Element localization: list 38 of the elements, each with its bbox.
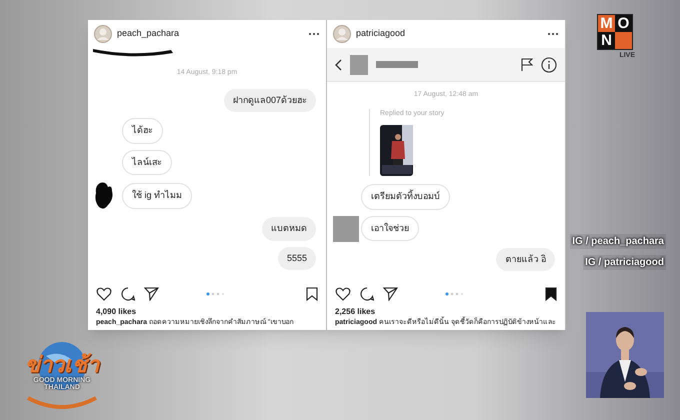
comment-icon[interactable] [121, 287, 135, 301]
username[interactable]: peach_pachara [117, 27, 303, 41]
heart-icon[interactable] [96, 287, 112, 301]
bookmark-icon[interactable] [306, 287, 318, 301]
source-credit: IG / patriciagood [583, 255, 666, 270]
message-bubble: ฝากดูแล007ด้วยฮะ [224, 88, 316, 112]
logo-block [615, 32, 632, 49]
bookmark-icon[interactable] [545, 287, 557, 301]
send-icon[interactable] [383, 287, 398, 301]
redaction-mark [333, 216, 359, 242]
info-icon[interactable] [541, 56, 557, 72]
heart-icon[interactable] [335, 287, 351, 301]
message-bubble: ใช้ ig ทำไมม [122, 183, 192, 209]
more-options-icon[interactable] [308, 32, 320, 36]
source-credit: IG / peach_pachara [570, 234, 666, 249]
redaction-mark [94, 181, 114, 211]
message-bubble: เอาใจช่วย [361, 216, 419, 242]
username[interactable]: patriciagood [356, 27, 542, 41]
more-options-icon[interactable] [547, 32, 559, 36]
message-bubble: ตายแล้ว อิ [496, 248, 555, 271]
message-bubble: แบตหมด [262, 217, 316, 240]
page-indicator-icon [445, 292, 464, 296]
flag-icon[interactable] [521, 58, 533, 72]
likes-count: 4,090 likes [95, 306, 138, 318]
likes-count: 2,256 likes [334, 306, 376, 318]
comment-icon[interactable] [360, 287, 374, 301]
message-bubble: เตรียมตัวทิ้งบอมบ์ [361, 184, 450, 210]
message-bubble: 5555 [278, 246, 316, 270]
message-bubble: ได้ฮะ [122, 118, 163, 144]
logo-letter: N [598, 32, 615, 49]
back-icon[interactable] [335, 58, 342, 70]
logo-letter: M [598, 15, 615, 32]
page-indicator-icon [206, 292, 225, 296]
redaction-mark [376, 61, 418, 68]
redaction-mark [350, 54, 368, 74]
send-icon[interactable] [144, 287, 159, 301]
message-bubble: ไลน์เสะ [122, 150, 172, 175]
logo-letter: O [615, 15, 632, 32]
